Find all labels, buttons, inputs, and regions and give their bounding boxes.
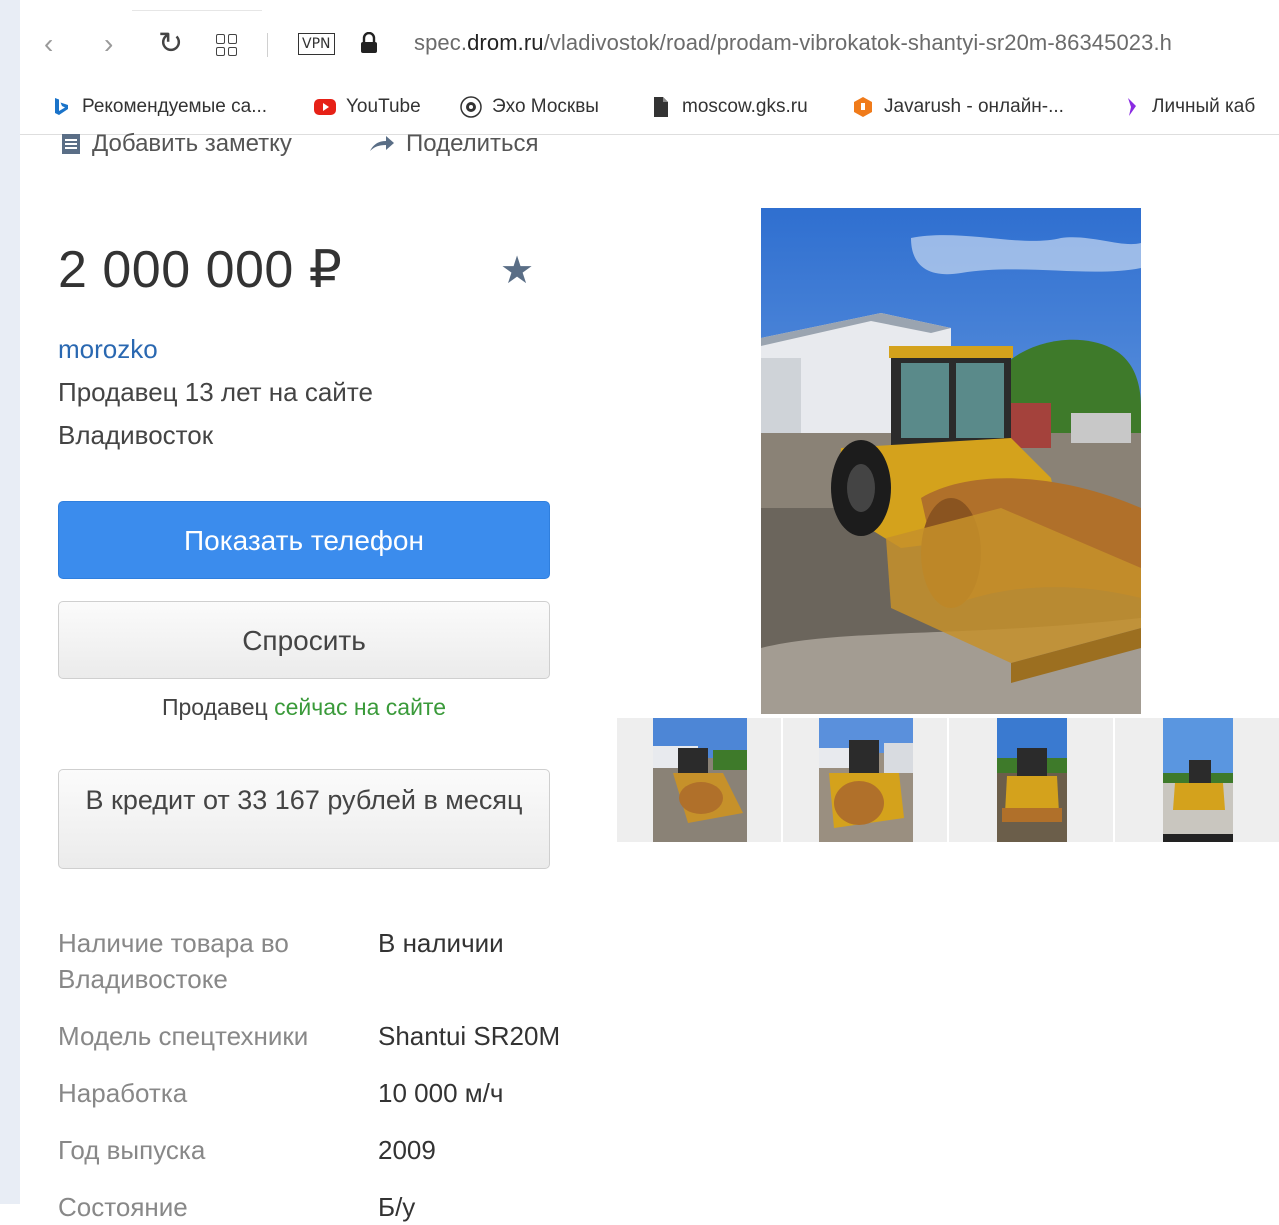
url-path: /vladivostok/road/prodam-vibrokatok-shan… <box>543 30 1173 55</box>
thumbnail-image <box>819 718 913 842</box>
seller-online-status: Продавец сейчас на сайте <box>58 694 550 721</box>
seller-name-link[interactable]: morozko <box>58 334 158 365</box>
bookmark-recommended[interactable]: Рекомендуемые са... <box>50 92 267 122</box>
bookmark-label: YouTube <box>346 96 421 117</box>
url-host: spec. <box>414 30 468 55</box>
seller-since: Продавец 13 лет на сайте <box>58 377 373 407</box>
browser-toolbar: ‹ › ↻ VPN spec.drom.ru/vladivostok/road/… <box>20 0 1279 88</box>
active-tab-edge <box>132 0 262 11</box>
ask-button[interactable]: Спросить <box>58 601 550 679</box>
spec-value: 2009 <box>378 1135 436 1165</box>
bing-icon <box>55 98 68 115</box>
share-button[interactable]: Поделиться <box>368 130 539 158</box>
show-phone-button[interactable]: Показать телефон <box>58 501 550 579</box>
left-edge-panel <box>0 0 20 1204</box>
apps-icon[interactable] <box>216 34 238 56</box>
thumbnail[interactable] <box>783 718 949 842</box>
thumbnail-image <box>653 718 747 842</box>
spec-value: В наличии <box>378 928 504 958</box>
favorite-star-icon[interactable]: ★ <box>500 248 534 293</box>
thumbnail[interactable] <box>949 718 1115 842</box>
share-icon <box>370 136 394 151</box>
share-label: Поделиться <box>406 130 539 157</box>
thumbnail[interactable] <box>1115 718 1279 842</box>
rocket-icon <box>1128 98 1136 116</box>
bookmark-label: moscow.gks.ru <box>682 96 808 117</box>
bookmark-gks[interactable]: moscow.gks.ru <box>650 92 808 122</box>
bookmark-youtube[interactable]: YouTube <box>314 92 421 122</box>
address-bar[interactable]: spec.drom.ru/vladivostok/road/prodam-vib… <box>414 30 1172 56</box>
javarush-icon <box>854 97 872 117</box>
toolbar-separator <box>267 33 268 57</box>
spec-value: Shantui SR20M <box>378 1021 561 1051</box>
spec-label: Наработка <box>58 1078 188 1108</box>
thumbnail-image <box>997 718 1067 842</box>
thumbnail-image <box>1163 718 1233 842</box>
bookmark-echo[interactable]: Эхо Москвы <box>460 92 599 122</box>
reload-icon[interactable]: ↻ <box>158 26 183 62</box>
price: 2 000 000 ₽ <box>58 241 343 299</box>
spec-label: Модель спецтехники <box>58 1021 309 1051</box>
spec-label: Год выпуска <box>58 1135 206 1165</box>
spec-value: 10 000 м/ч <box>378 1078 504 1108</box>
bookmark-label: Javarush - онлайн-... <box>884 96 1064 117</box>
bookmark-cabinet[interactable]: Личный каб <box>1120 92 1255 122</box>
online-status: сейчас на сайте <box>274 694 447 720</box>
online-prefix: Продавец <box>161 694 268 720</box>
echo-icon <box>460 96 482 118</box>
bookmark-label: Эхо Москвы <box>492 96 599 117</box>
back-icon[interactable]: ‹ <box>44 26 53 62</box>
add-note-label: Добавить заметку <box>92 130 292 157</box>
youtube-icon <box>314 99 336 115</box>
photo-thumbnails <box>617 718 1279 842</box>
file-icon <box>654 97 668 117</box>
seller-city: Владивосток <box>58 420 214 450</box>
bookmark-label: Личный каб <box>1152 96 1256 117</box>
bookmarks-bar: Рекомендуемые са... YouTube Эхо Москвы m… <box>20 88 1279 135</box>
credit-button[interactable]: В кредит от 33 167 рублей в месяц <box>58 769 550 869</box>
bookmark-javarush[interactable]: Javarush - онлайн-... <box>852 92 1064 122</box>
add-note-button[interactable]: Добавить заметку <box>60 130 292 158</box>
spec-value: Б/у <box>378 1192 416 1222</box>
lock-icon[interactable] <box>360 32 378 54</box>
spec-label: Наличие товара во Владивостоке <box>58 928 289 994</box>
main-photo[interactable] <box>761 208 1141 714</box>
vpn-badge[interactable]: VPN <box>298 33 335 55</box>
spec-label: Состояние <box>58 1192 188 1222</box>
bookmark-label: Рекомендуемые са... <box>82 96 268 117</box>
url-domain: drom.ru <box>467 30 544 55</box>
thumbnail[interactable] <box>617 718 783 842</box>
forward-icon[interactable]: › <box>104 26 113 62</box>
note-icon <box>62 134 80 154</box>
